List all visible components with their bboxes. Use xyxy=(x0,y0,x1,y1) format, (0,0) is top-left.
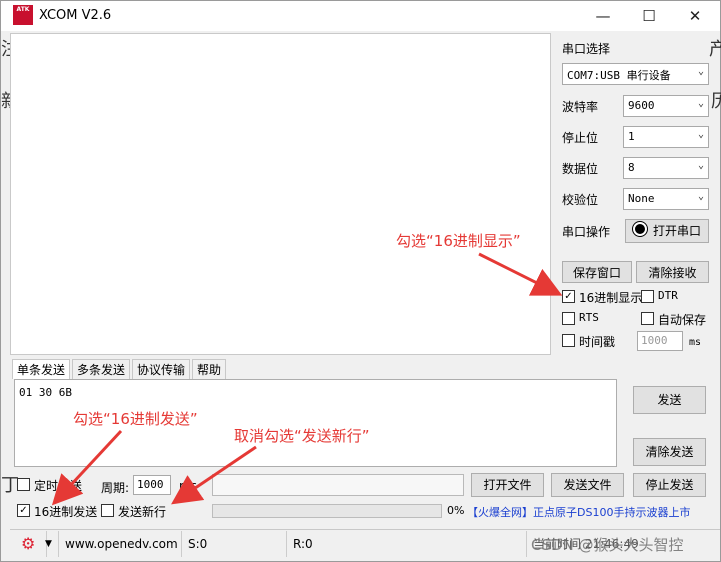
annotation-arrows xyxy=(51,252,563,506)
xcom-window: ATK XCOM V2.6 — ☐ ✕ 注 新 丁 产 历 串口选择 COM7:… xyxy=(0,0,721,562)
arrow-line xyxy=(171,445,257,505)
arrow-line xyxy=(478,252,563,296)
arrow-line xyxy=(51,429,123,506)
